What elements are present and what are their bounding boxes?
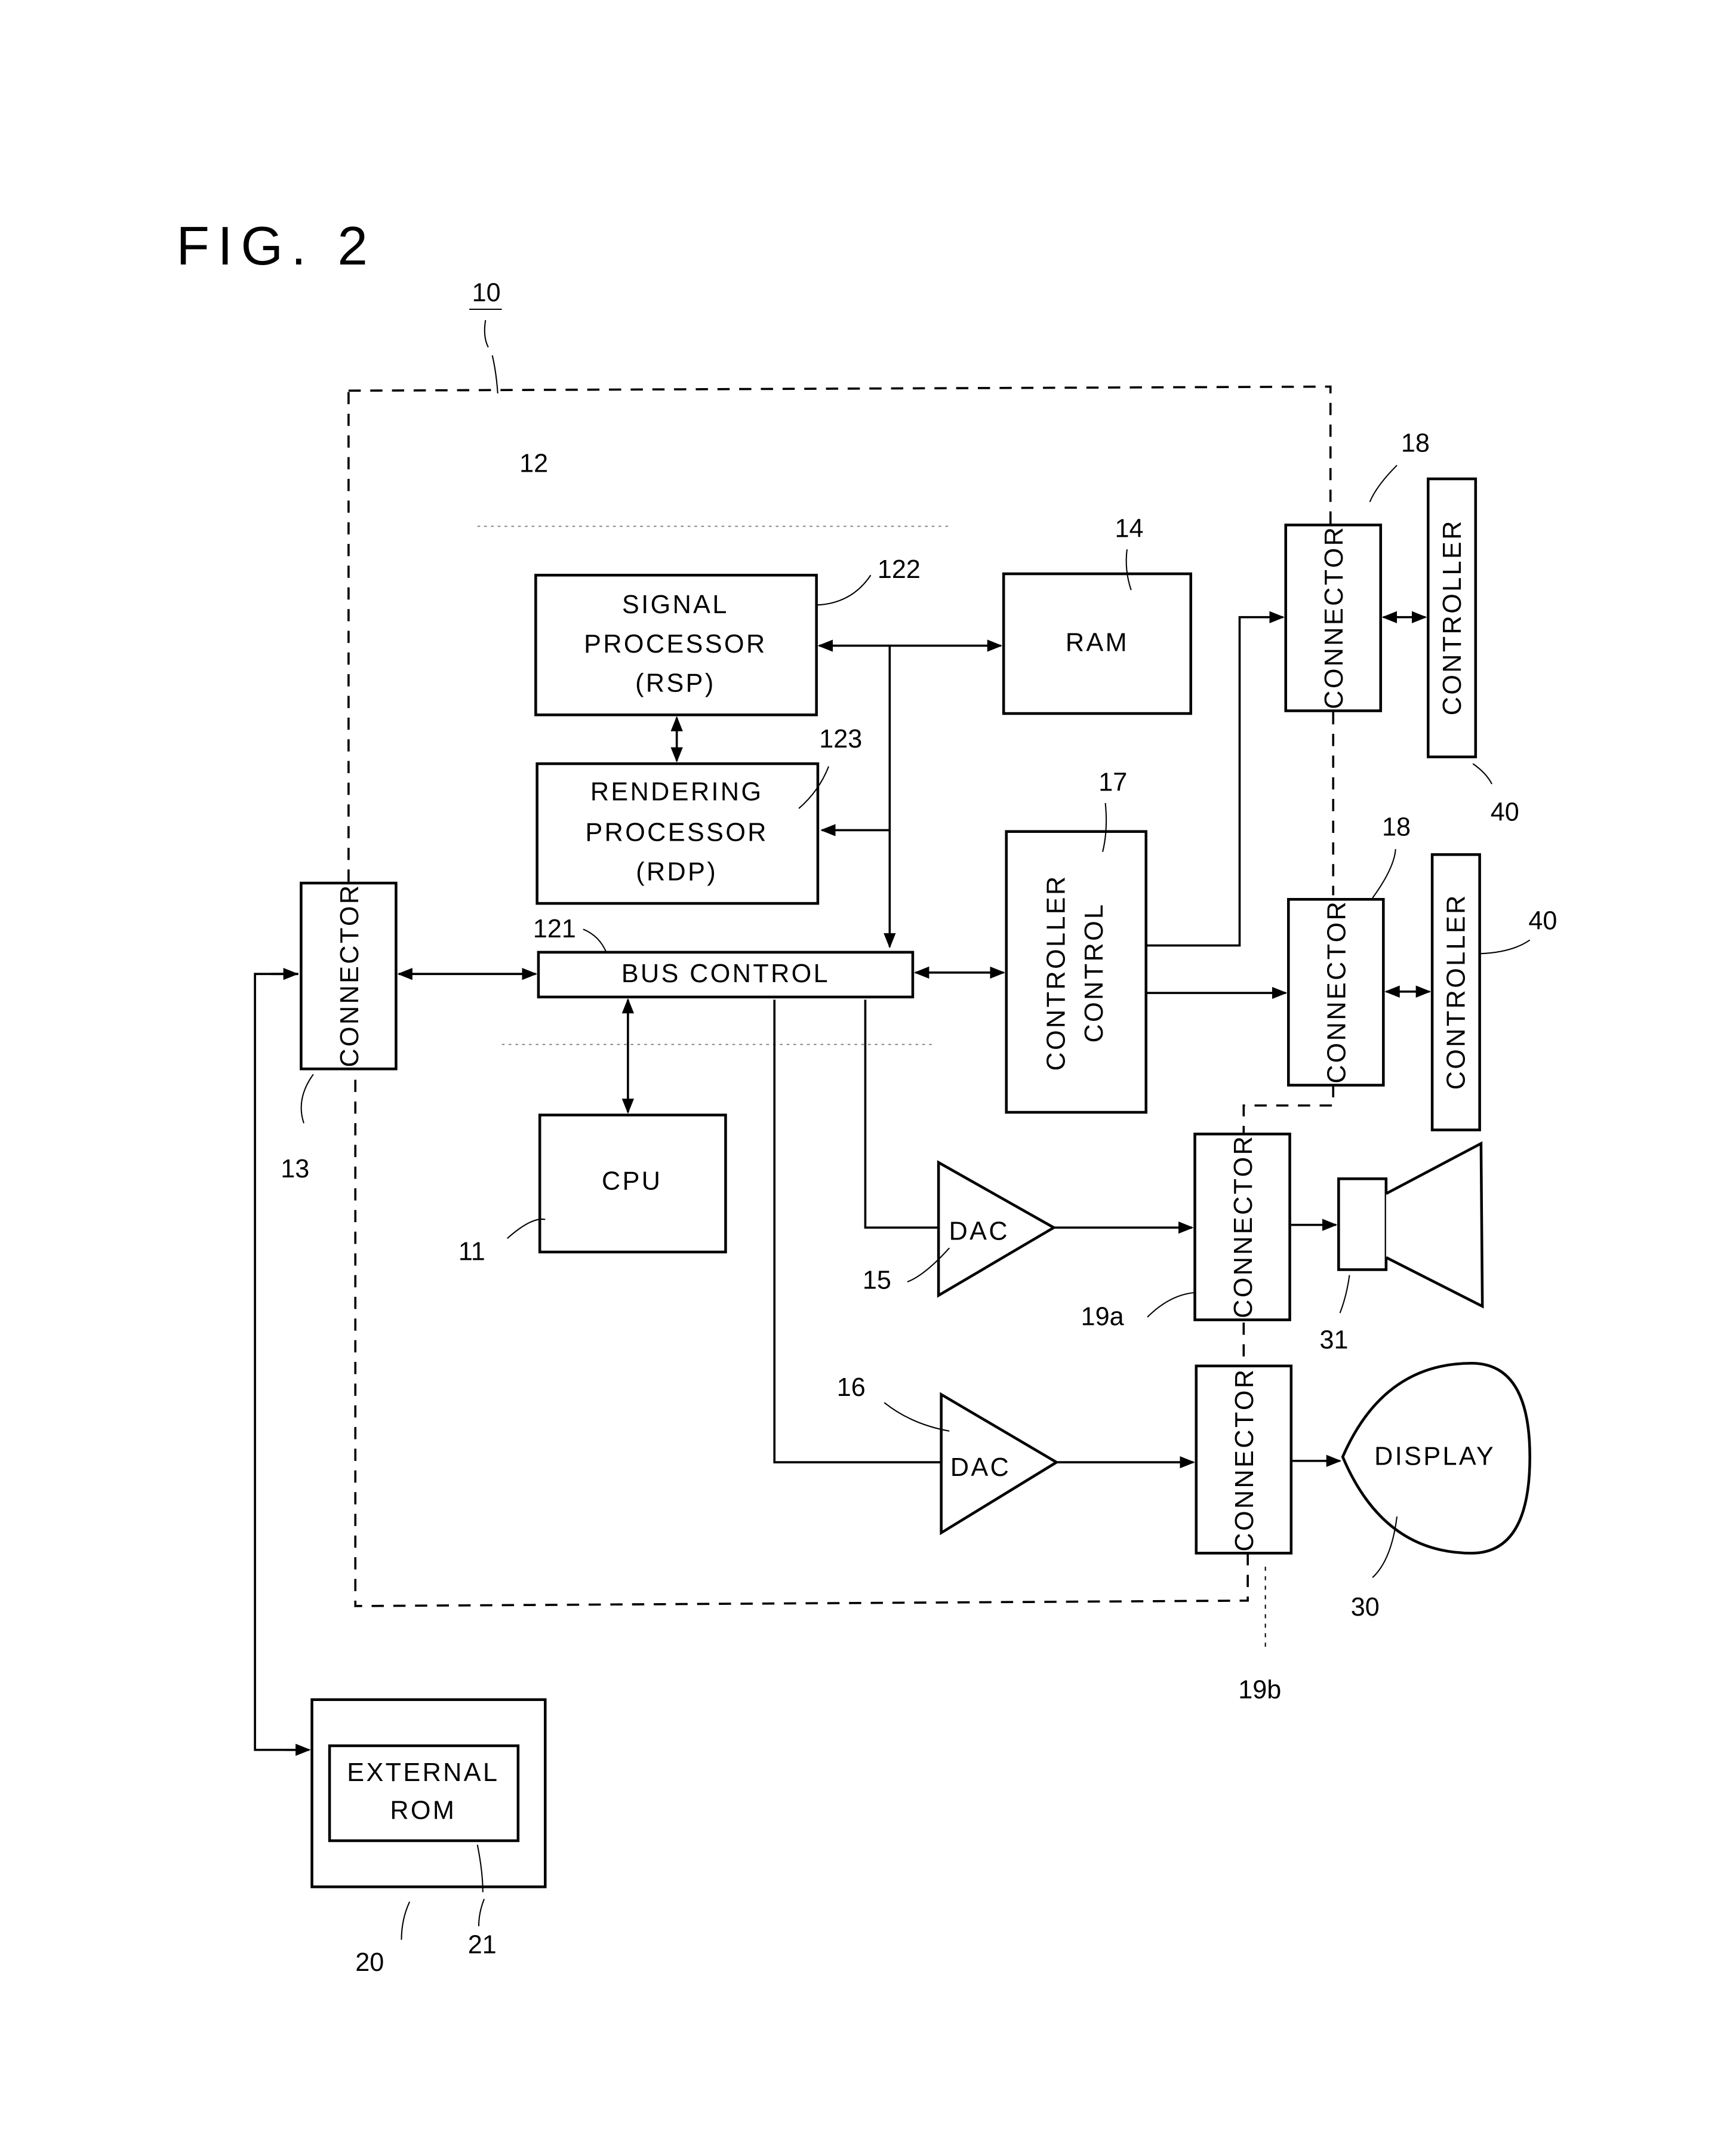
leader-40-bottom bbox=[1480, 939, 1531, 955]
leader-20 bbox=[401, 1901, 411, 1940]
ram-block: RAM bbox=[1002, 572, 1192, 715]
ref-dac-video: 16 bbox=[837, 1373, 866, 1402]
leader-31 bbox=[1339, 1275, 1350, 1314]
leader-121 bbox=[583, 928, 607, 953]
controller-bottom-block: CONTROLLER bbox=[1430, 853, 1481, 1131]
rdp-line-3: (RDP) bbox=[636, 857, 718, 886]
ref-main-unit: 10 bbox=[472, 278, 501, 307]
leader-18-top bbox=[1369, 465, 1398, 503]
ref-connector-19a: 19a bbox=[1081, 1303, 1124, 1331]
ref-controller-control: 17 bbox=[1098, 768, 1127, 797]
ref-controller-top: 40 bbox=[1491, 798, 1519, 827]
figure-title: FIG. 2 bbox=[176, 216, 375, 276]
bus-to-dac-audio bbox=[864, 999, 939, 1229]
controller-top-label: CONTROLLER bbox=[1438, 519, 1467, 715]
dac-audio-block: DAC bbox=[937, 1160, 1057, 1298]
ref-connector-18-bottom: 18 bbox=[1382, 813, 1411, 842]
display-icon: DISPLAY bbox=[1341, 1362, 1531, 1555]
connector-18-top-block: CONNECTOR bbox=[1284, 523, 1383, 712]
ref-rdp: 123 bbox=[819, 725, 862, 753]
leader-40-top bbox=[1472, 763, 1492, 785]
connector-to-cartridge-line bbox=[254, 973, 307, 1751]
signal-processor-block: SIGNAL PROCESSOR (RSP) bbox=[534, 574, 818, 716]
controller-control-block: CONTROLLER CONTROL bbox=[1005, 830, 1148, 1114]
ref-external-rom: 21 bbox=[468, 1931, 497, 1960]
connector-18-bottom-block: CONNECTOR bbox=[1287, 898, 1385, 1087]
ref-rsp: 122 bbox=[878, 555, 921, 584]
rendering-processor-block: RENDERING PROCESSOR (RDP) bbox=[535, 762, 820, 905]
ref-display: 30 bbox=[1351, 1593, 1380, 1622]
ref-processor-area: 12 bbox=[519, 450, 548, 478]
leader-10 bbox=[484, 320, 498, 393]
leader-16 bbox=[884, 1402, 950, 1432]
dac-video-label: DAC bbox=[950, 1453, 1011, 1482]
connector-18-bottom-label: CONNECTOR bbox=[1323, 900, 1352, 1084]
connector-18-top-label: CONNECTOR bbox=[1320, 525, 1349, 709]
external-rom-block: EXTERNAL ROM bbox=[328, 1744, 520, 1843]
cpu-block: CPU bbox=[538, 1114, 727, 1254]
leader-19a bbox=[1147, 1292, 1194, 1318]
ref-connector-13: 13 bbox=[281, 1155, 309, 1183]
ref-connector-18-top: 18 bbox=[1401, 429, 1430, 458]
rsp-line-2: PROCESSOR bbox=[584, 630, 767, 659]
dac-video-block: DAC bbox=[940, 1392, 1060, 1536]
controller-control-line-1: CONTROLLER bbox=[1042, 874, 1070, 1071]
rdp-line-1: RENDERING bbox=[590, 777, 764, 806]
connector-13-block: CONNECTOR bbox=[300, 881, 398, 1071]
cpu-label: CPU bbox=[602, 1167, 662, 1195]
connector-19a-block: CONNECTOR bbox=[1193, 1133, 1291, 1321]
connector-19b-label: CONNECTOR bbox=[1230, 1368, 1259, 1552]
bus-control-label: BUS CONTROL bbox=[621, 959, 830, 988]
controller-top-block: CONTROLLER bbox=[1427, 477, 1478, 759]
ram-label: RAM bbox=[1066, 629, 1129, 657]
ref-cpu: 11 bbox=[458, 1238, 485, 1266]
external-rom-line-1: EXTERNAL bbox=[347, 1758, 499, 1787]
bus-control-block: BUS CONTROL bbox=[537, 951, 915, 999]
ref-dac-audio: 15 bbox=[863, 1266, 891, 1294]
ref-speaker: 31 bbox=[1320, 1325, 1349, 1354]
leader-122 bbox=[816, 574, 872, 606]
ref-controller-bottom: 40 bbox=[1528, 906, 1557, 935]
block-diagram: FIG. 2 10 12 SIGNAL PROCESSOR (RSP) 122 … bbox=[176, 216, 1557, 1977]
controller-control-line-2: CONTROL bbox=[1080, 903, 1109, 1043]
connector-19a-label: CONNECTOR bbox=[1229, 1134, 1258, 1318]
ref-connector-19b: 19b bbox=[1238, 1675, 1281, 1704]
ref-ram: 14 bbox=[1115, 515, 1143, 543]
rsp-line-3: (RSP) bbox=[635, 669, 716, 698]
ref-cartridge: 20 bbox=[355, 1948, 384, 1977]
display-label: DISPLAY bbox=[1374, 1442, 1495, 1471]
dac-audio-label: DAC bbox=[949, 1217, 1009, 1246]
leader-13 bbox=[300, 1074, 314, 1124]
ref-bus-control: 121 bbox=[533, 915, 576, 943]
connector-13-label: CONNECTOR bbox=[335, 884, 364, 1068]
rsp-line-1: SIGNAL bbox=[622, 590, 729, 619]
rdp-line-2: PROCESSOR bbox=[585, 819, 768, 847]
controller-bottom-label: CONTROLLER bbox=[1442, 893, 1471, 1090]
leader-18-bottom bbox=[1372, 849, 1396, 899]
speaker-icon bbox=[1337, 1141, 1484, 1309]
connector-19b-block: CONNECTOR bbox=[1195, 1364, 1293, 1555]
external-rom-line-2: ROM bbox=[390, 1797, 456, 1825]
